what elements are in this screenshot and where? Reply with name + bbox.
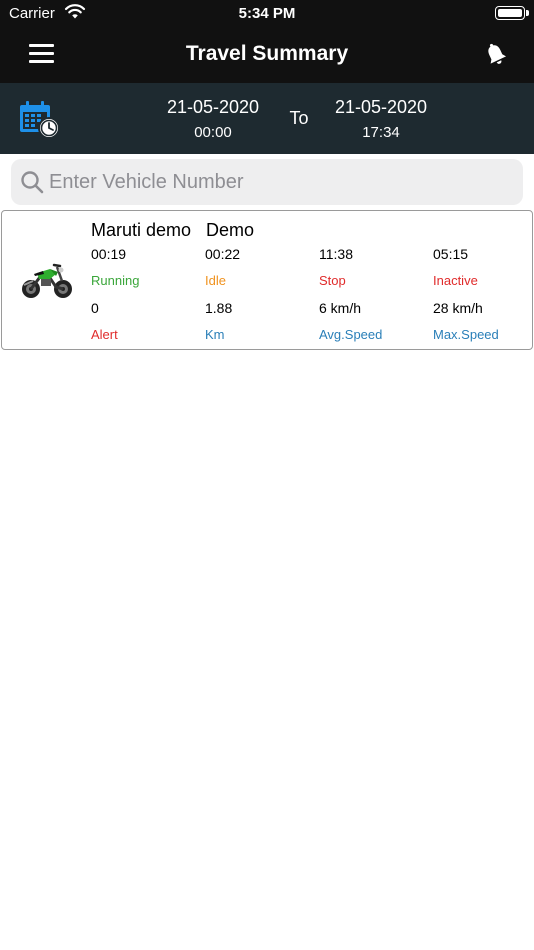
stop-value: 11:38 — [319, 246, 353, 262]
vehicle-search-input[interactable] — [49, 159, 509, 205]
inactive-label: Inactive — [433, 273, 478, 288]
battery-icon — [495, 6, 529, 20]
max-speed-label: Max.Speed — [433, 327, 499, 342]
stop-label: Stop — [319, 273, 346, 288]
max-speed-value: 28 km/h — [433, 300, 483, 316]
km-value: 1.88 — [205, 300, 233, 316]
to-time: 17:34 — [362, 124, 400, 141]
running-label: Running — [91, 273, 140, 288]
top-bar: Carrier 5:34 PM Travel Summary — [0, 0, 534, 83]
vehicle-card[interactable]: Maruti demo Demo 00:19 00:22 11:38 05:15… — [1, 210, 533, 350]
km-label: Km — [205, 327, 225, 342]
vehicle-name: Maruti demo — [91, 220, 192, 240]
status-time: 5:34 PM — [238, 5, 296, 22]
from-date: 21-05-2020 — [166, 97, 260, 117]
avg-speed-value: 6 km/h — [319, 300, 362, 316]
avg-speed-label: Avg.Speed — [319, 327, 383, 342]
page-title: Travel Summary — [185, 42, 349, 65]
alert-value: 0 — [91, 300, 99, 316]
search-bar — [11, 159, 523, 205]
running-value: 00:19 — [91, 246, 127, 262]
bell-icon[interactable] — [484, 42, 508, 68]
from-date-picker[interactable]: 21-05-2020 00:00 — [143, 97, 283, 141]
idle-label: Idle — [205, 273, 226, 288]
to-date-picker[interactable]: 21-05-2020 17:34 — [311, 97, 451, 141]
to-date: 21-05-2020 — [334, 97, 428, 117]
navigation-bar: Travel Summary — [0, 28, 534, 83]
alert-label: Alert — [91, 327, 118, 342]
calendar-clock-icon[interactable] — [18, 99, 60, 139]
status-bar: Carrier 5:34 PM — [0, 0, 534, 28]
from-time: 00:00 — [194, 124, 232, 141]
search-icon — [21, 171, 44, 194]
idle-value: 00:22 — [205, 246, 241, 262]
motorcycle-icon — [22, 263, 72, 298]
date-range-bar: 21-05-2020 00:00 To 21-05-2020 17:34 — [0, 83, 534, 154]
inactive-value: 05:15 — [433, 246, 469, 262]
vehicle-group: Demo — [206, 220, 255, 240]
